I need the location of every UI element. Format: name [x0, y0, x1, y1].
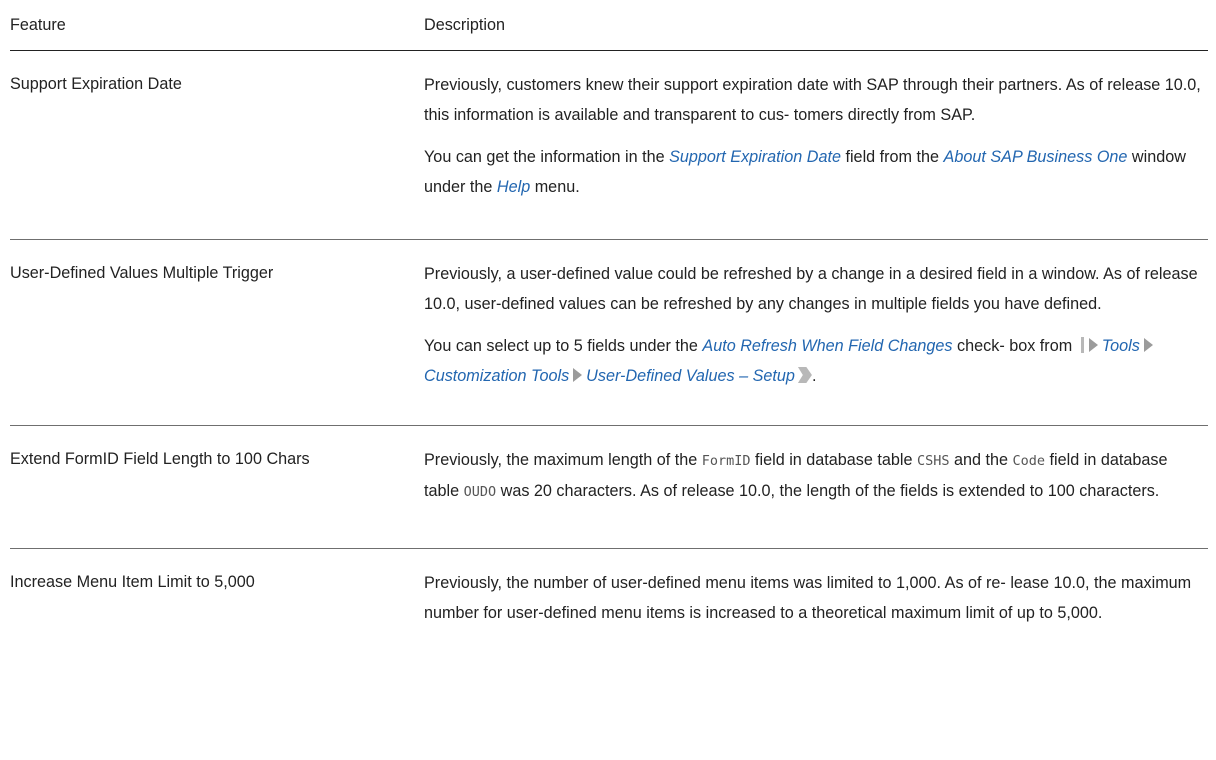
feature-cell: Support Expiration Date — [10, 75, 182, 93]
header-feature: Feature — [10, 15, 66, 34]
menu-path-arrow-icon — [1088, 338, 1098, 352]
description-cell: Previously, a user-defined value could b… — [424, 240, 1208, 425]
ui-term: Auto Refresh When Field Changes — [702, 337, 953, 355]
menu-path-arrow-icon — [1143, 338, 1153, 352]
code-term: Code — [1012, 453, 1046, 469]
ui-term: About SAP Business One — [943, 148, 1128, 166]
description-cell: Previously, customers knew their support… — [424, 51, 1208, 239]
description-paragraph: Previously, customers knew their support… — [424, 76, 1201, 124]
description-paragraph: Previously, the maximum length of the Fo… — [424, 451, 1168, 500]
code-term: OUDO — [463, 484, 497, 500]
feature-cell: User-Defined Values Multiple Trigger — [10, 264, 274, 282]
menu-path-item: Customization Tools — [424, 367, 570, 385]
description-cell: Previously, the number of user-defined m… — [424, 549, 1208, 673]
menu-path-start-icon — [1080, 337, 1084, 353]
table-row: Extend FormID Field Length to 100 Chars … — [10, 426, 1208, 549]
description-paragraph: Previously, a user-defined value could b… — [424, 265, 1198, 313]
feature-cell: Increase Menu Item Limit to 5,000 — [10, 573, 255, 591]
code-term: FormID — [701, 453, 751, 469]
description-paragraph: You can select up to 5 fields under the … — [424, 331, 1204, 391]
feature-table: Feature Description Support Expiration D… — [10, 0, 1208, 673]
description-cell: Previously, the maximum length of the Fo… — [424, 426, 1208, 548]
menu-path-item: User-Defined Values – Setup — [586, 367, 795, 385]
menu-path-end-icon — [797, 367, 812, 383]
code-term: CSHS — [917, 453, 950, 469]
ui-term: Help — [496, 178, 531, 196]
menu-path-arrow-icon — [573, 368, 583, 382]
table-row: Increase Menu Item Limit to 5,000 Previo… — [10, 549, 1208, 673]
feature-cell: Extend FormID Field Length to 100 Chars — [10, 450, 310, 468]
table-header-row: Feature Description — [10, 0, 1208, 51]
table-row: Support Expiration Date Previously, cust… — [10, 51, 1208, 240]
menu-path-item: Tools — [1101, 337, 1140, 355]
header-description: Description — [424, 15, 505, 34]
table-row: User-Defined Values Multiple Trigger Pre… — [10, 240, 1208, 426]
ui-term: Support Expiration Date — [669, 148, 841, 166]
description-paragraph: Previously, the number of user-defined m… — [424, 574, 1192, 622]
description-paragraph: You can get the information in the Suppo… — [424, 148, 1186, 196]
